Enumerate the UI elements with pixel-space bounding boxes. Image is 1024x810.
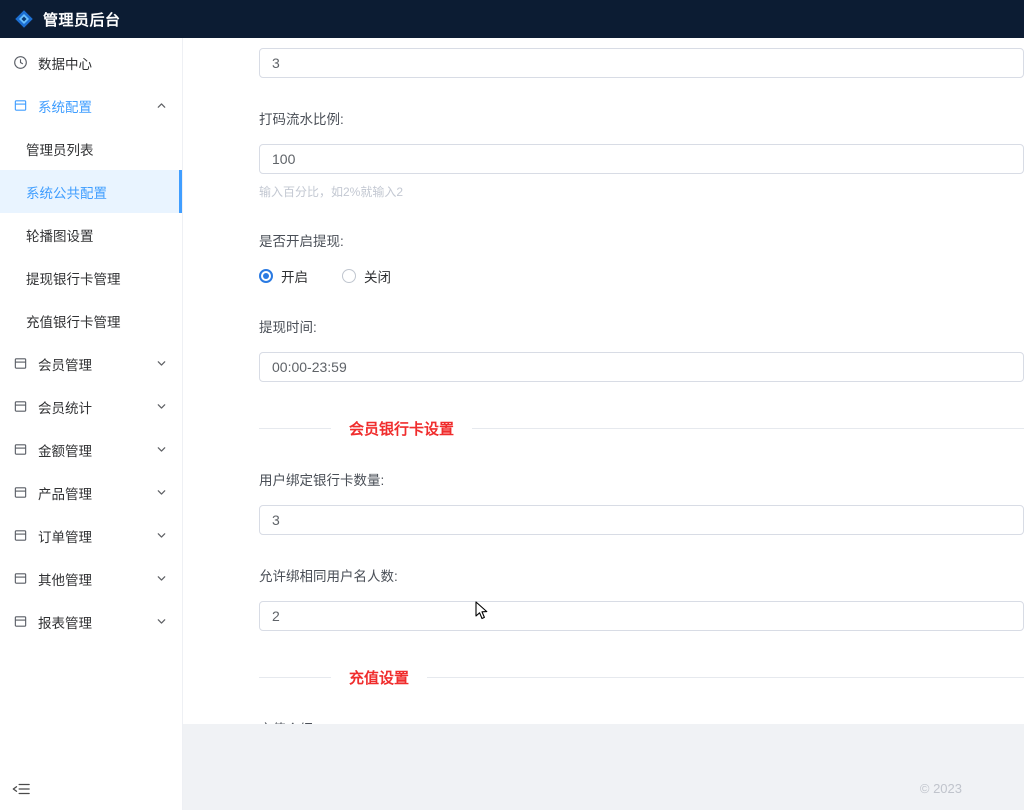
- bind-count-input[interactable]: [259, 505, 1024, 535]
- amount-management-icon: [13, 442, 28, 457]
- chevron-down-icon: [156, 487, 167, 498]
- data-center-icon: [13, 55, 28, 70]
- radio-on-label: 开启: [281, 266, 308, 286]
- withdraw-time-input[interactable]: [259, 352, 1024, 382]
- turnover-ratio-label: 打码流水比例:: [259, 108, 1024, 128]
- sidebar-subitem-system-public-config[interactable]: 系统公共配置: [0, 170, 182, 213]
- section-title-bankcard: 会员银行卡设置: [331, 418, 472, 439]
- member-management-icon: [13, 356, 28, 371]
- sidebar-item-data-center[interactable]: 数据中心: [0, 41, 182, 84]
- sidebar-item-label: 金额管理: [38, 440, 92, 460]
- radio-withdraw-off[interactable]: 关闭: [342, 266, 391, 286]
- product-management-icon: [13, 485, 28, 500]
- same-user-count-label: 允许绑相同用户名人数:: [259, 565, 1024, 585]
- sidebar-item-label: 数据中心: [38, 53, 92, 73]
- top-partial-input[interactable]: [259, 48, 1024, 78]
- sidebar-item-label: 其他管理: [38, 569, 92, 589]
- sidebar-item-system-config[interactable]: 系统配置: [0, 84, 182, 127]
- chevron-down-icon: [156, 530, 167, 541]
- sidebar-item-member-management[interactable]: 会员管理: [0, 342, 182, 385]
- sidebar-subitem-label: 管理员列表: [26, 139, 94, 159]
- sidebar-item-report-management[interactable]: 报表管理: [0, 600, 182, 643]
- sidebar-item-label: 订单管理: [38, 526, 92, 546]
- sidebar-subitem-admin-list[interactable]: 管理员列表: [0, 127, 182, 170]
- topbar: 管理员后台: [0, 0, 1024, 38]
- system-config-icon: [13, 98, 28, 113]
- settings-form: 打码流水比例: 输入百分比，如2%就输入2 是否开启提现: 开启 关闭 提现时间…: [183, 38, 1024, 810]
- chevron-down-icon: [156, 616, 167, 627]
- chevron-down-icon: [156, 358, 167, 369]
- radio-withdraw-on[interactable]: 开启: [259, 266, 308, 286]
- turnover-ratio-input[interactable]: [259, 144, 1024, 174]
- copyright-text: © 2023: [920, 781, 962, 796]
- section-divider-bankcard: 会员银行卡设置: [259, 418, 1024, 439]
- sidebar-item-member-stats[interactable]: 会员统计: [0, 385, 182, 428]
- app-title: 管理员后台: [43, 9, 121, 30]
- chevron-down-icon: [156, 444, 167, 455]
- radio-off-icon: [342, 269, 356, 283]
- turnover-ratio-help: 输入百分比，如2%就输入2: [259, 183, 1024, 200]
- same-user-count-input[interactable]: [259, 601, 1024, 631]
- sidebar-subitem-carousel-settings[interactable]: 轮播图设置: [0, 213, 182, 256]
- main-content: 打码流水比例: 输入百分比，如2%就输入2 是否开启提现: 开启 关闭 提现时间…: [183, 38, 1024, 810]
- chevron-down-icon: [156, 401, 167, 412]
- member-stats-icon: [13, 399, 28, 414]
- sidebar-item-order-management[interactable]: 订单管理: [0, 514, 182, 557]
- sidebar-subitem-recharge-bankcard[interactable]: 充值银行卡管理: [0, 299, 182, 342]
- section-divider-recharge: 充值设置: [259, 667, 1024, 688]
- sidebar-subitem-label: 提现银行卡管理: [26, 268, 121, 288]
- sidebar-collapse-icon[interactable]: [12, 782, 30, 801]
- sidebar-item-product-management[interactable]: 产品管理: [0, 471, 182, 514]
- app-logo-icon: [14, 9, 34, 29]
- sidebar-item-other-management[interactable]: 其他管理: [0, 557, 182, 600]
- sidebar-subitem-label: 充值银行卡管理: [26, 311, 121, 331]
- withdraw-time-label: 提现时间:: [259, 316, 1024, 336]
- sidebar: 数据中心 系统配置 管理员列表 系统公共配置 轮播图设置 提现银行卡管理 充值银…: [0, 38, 183, 810]
- chevron-down-icon: [156, 573, 167, 584]
- radio-off-label: 关闭: [364, 266, 391, 286]
- report-management-icon: [13, 614, 28, 629]
- other-management-icon: [13, 571, 28, 586]
- page-footer: © 2023: [183, 724, 1024, 810]
- bind-count-label: 用户绑定银行卡数量:: [259, 469, 1024, 489]
- sidebar-item-label: 会员统计: [38, 397, 92, 417]
- sidebar-item-label: 系统配置: [38, 96, 92, 116]
- order-management-icon: [13, 528, 28, 543]
- sidebar-item-amount-management[interactable]: 金额管理: [0, 428, 182, 471]
- sidebar-subitem-label: 轮播图设置: [26, 225, 94, 245]
- sidebar-subitem-withdraw-bankcard[interactable]: 提现银行卡管理: [0, 256, 182, 299]
- section-title-recharge: 充值设置: [331, 667, 427, 688]
- sidebar-item-label: 会员管理: [38, 354, 92, 374]
- sidebar-item-label: 报表管理: [38, 612, 92, 632]
- chevron-up-icon: [156, 100, 167, 111]
- radio-on-icon: [259, 269, 273, 283]
- sidebar-item-label: 产品管理: [38, 483, 92, 503]
- withdraw-switch-group: 开启 关闭: [259, 266, 1024, 286]
- withdraw-switch-label: 是否开启提现:: [259, 230, 1024, 250]
- sidebar-subitem-label: 系统公共配置: [26, 182, 107, 202]
